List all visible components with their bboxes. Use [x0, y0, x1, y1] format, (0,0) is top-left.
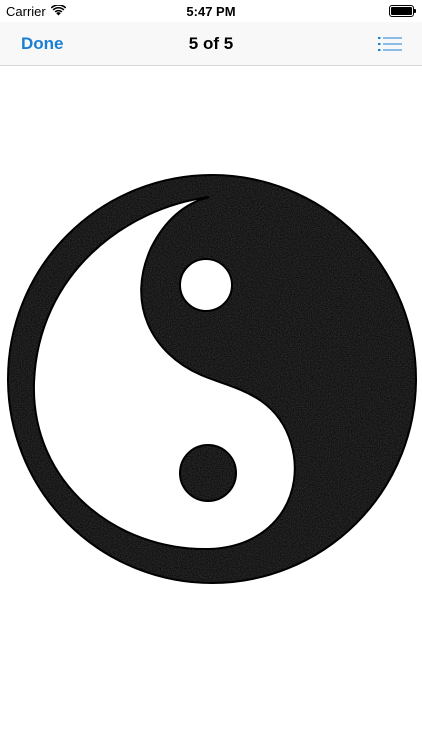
- document-content: [0, 67, 422, 750]
- status-left: Carrier: [6, 3, 67, 19]
- list-icon[interactable]: [378, 32, 404, 56]
- battery-icon: [389, 5, 416, 17]
- carrier-label: Carrier: [6, 3, 46, 19]
- done-button[interactable]: Done: [21, 22, 64, 66]
- yin-yang-image: [7, 174, 417, 584]
- navigation-bar: Done 5 of 5: [0, 22, 422, 66]
- battery-level: [391, 7, 412, 15]
- wifi-icon: [50, 3, 67, 19]
- status-bar: Carrier: [0, 0, 422, 22]
